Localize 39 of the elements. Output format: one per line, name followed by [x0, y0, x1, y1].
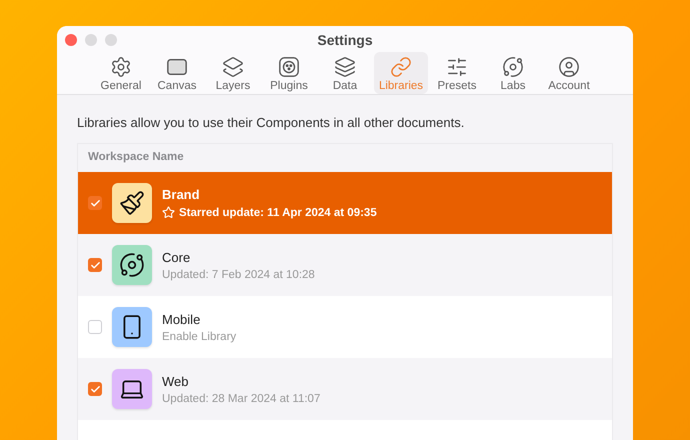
checkbox[interactable]	[88, 196, 102, 210]
checkbox[interactable]	[88, 258, 102, 272]
settings-tab[interactable]: Plugins	[262, 52, 316, 94]
library-name: Mobile	[162, 312, 202, 326]
stack-icon	[334, 56, 356, 78]
library-row[interactable]: Brand Starred update: 11 Apr 2024 at 09:35	[78, 172, 612, 234]
library-status: Updated: 28 Mar 2024 at 11:07	[162, 392, 320, 404]
paintbrush-icon	[119, 190, 145, 216]
settings-tab[interactable]: Presets	[430, 52, 484, 94]
settings-icon	[110, 56, 132, 78]
checkbox[interactable]	[88, 320, 102, 334]
settings-tab[interactable]: Labs	[486, 52, 540, 94]
sliders-icon	[446, 56, 468, 78]
settings-tab[interactable]: Canvas	[150, 52, 204, 94]
checkmark-icon	[90, 260, 100, 270]
column-header: Workspace Name	[87, 150, 185, 165]
library-status: Starred update: 11 Apr 2024 at 09:35	[179, 206, 377, 218]
plug-socket-icon	[278, 56, 300, 78]
library-name: Brand	[162, 187, 201, 202]
checkmark-icon	[90, 384, 100, 394]
user-circle-icon	[558, 56, 580, 78]
settings-tab[interactable]: Account	[542, 52, 596, 94]
window-title: Settings	[317, 32, 373, 48]
checkbox[interactable]	[88, 382, 102, 396]
description-text: Libraries allow you to use their Components in all other documents.	[77, 115, 466, 130]
settings-tab[interactable]: Layers	[206, 52, 260, 94]
link-icon	[390, 56, 412, 78]
library-status: Updated: 7 Feb 2024 at 10:28	[162, 268, 315, 280]
settings-tab[interactable]: General	[94, 52, 148, 94]
orbit-icon	[502, 56, 524, 78]
library-name: Core	[162, 250, 192, 264]
close-button[interactable]	[65, 34, 77, 46]
orbit-icon	[119, 252, 145, 278]
library-row[interactable]: Mobile Enable Library	[78, 296, 612, 358]
checkmark-icon	[90, 198, 100, 208]
library-name: Web	[162, 374, 190, 388]
settings-tab[interactable]: Data	[318, 52, 372, 94]
rectangle-icon	[166, 56, 188, 78]
library-status: Enable Library	[162, 330, 236, 342]
